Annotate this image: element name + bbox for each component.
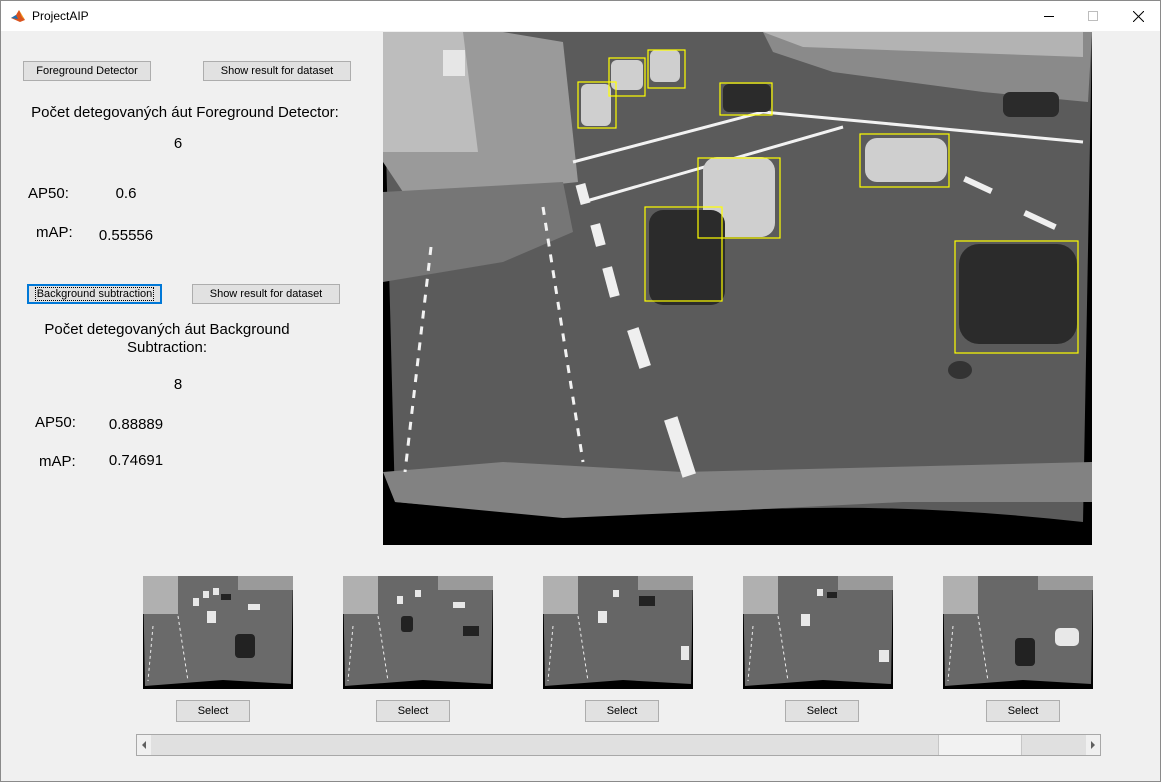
background-subtraction-button[interactable]: Background subtraction <box>27 284 162 304</box>
scrollbar-track[interactable] <box>151 735 1086 755</box>
scroll-left-button[interactable] <box>137 735 151 755</box>
foreground-count-value: 6 <box>173 135 183 152</box>
foreground-count-label: Počet detegovaných áut Foreground Detect… <box>31 104 339 121</box>
select-button-5[interactable]: Select <box>986 700 1060 722</box>
thumbnail-5[interactable] <box>943 576 1093 689</box>
thumbnail-image-3 <box>543 576 693 686</box>
select-button-1[interactable]: Select <box>176 700 250 722</box>
background-count-value: 8 <box>173 376 183 393</box>
background-count-label-line1: Počet detegovaných áut Background <box>44 321 290 338</box>
matlab-icon <box>11 10 25 22</box>
foreground-detector-button[interactable]: Foreground Detector <box>23 61 151 81</box>
thumbnail-2[interactable] <box>343 576 493 689</box>
minimize-button[interactable] <box>1026 1 1072 31</box>
window-title: ProjectAIP <box>32 9 89 23</box>
thumbnail-1[interactable] <box>143 576 293 689</box>
background-ap50-label: AP50: <box>35 414 76 431</box>
thumbnail-scrollbar[interactable] <box>136 734 1101 756</box>
close-button[interactable] <box>1115 1 1161 31</box>
select-button-2[interactable]: Select <box>376 700 450 722</box>
thumbnail-image-2 <box>343 576 493 686</box>
thumbnail-image-1 <box>143 576 293 686</box>
close-icon <box>1132 10 1144 22</box>
traffic-intersection-image <box>383 32 1092 522</box>
background-show-result-button[interactable]: Show result for dataset <box>192 284 340 304</box>
foreground-show-result-button[interactable]: Show result for dataset <box>203 61 351 81</box>
background-ap50-value: 0.88889 <box>108 416 164 433</box>
maximize-button[interactable] <box>1070 1 1116 31</box>
scrollbar-thumb[interactable] <box>938 735 1022 755</box>
main-image-view <box>383 32 1092 545</box>
minimize-icon <box>1044 16 1054 17</box>
thumbnail-image-4 <box>743 576 893 686</box>
chevron-left-icon <box>142 741 146 749</box>
thumbnail-3[interactable] <box>543 576 693 689</box>
background-map-label: mAP: <box>39 453 76 470</box>
scroll-right-button[interactable] <box>1086 735 1100 755</box>
chevron-right-icon <box>1091 741 1095 749</box>
select-button-3[interactable]: Select <box>585 700 659 722</box>
thumbnail-4[interactable] <box>743 576 893 689</box>
app-window: ProjectAIP Foreground Detector Show resu… <box>0 0 1161 782</box>
thumbnail-image-5 <box>943 576 1093 686</box>
background-map-value: 0.74691 <box>108 452 164 469</box>
foreground-map-value: 0.55556 <box>98 227 154 244</box>
foreground-ap50-label: AP50: <box>28 185 69 202</box>
select-button-4[interactable]: Select <box>785 700 859 722</box>
background-count-label: Počet detegovaných áut Background Subtra… <box>7 321 327 357</box>
foreground-ap50-value: 0.6 <box>115 185 137 202</box>
maximize-icon <box>1088 11 1098 21</box>
title-bar: ProjectAIP <box>1 1 1160 31</box>
foreground-map-label: mAP: <box>36 224 73 241</box>
background-count-label-line2: Subtraction: <box>126 339 208 356</box>
